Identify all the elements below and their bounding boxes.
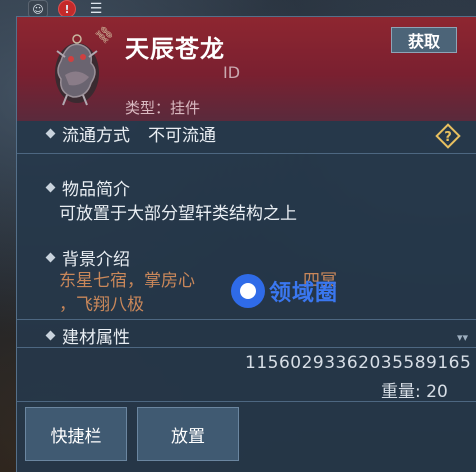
watermark: 领域圈 (231, 269, 381, 313)
summary-title: 物品简介 (62, 180, 130, 200)
hotbar-button[interactable]: 快捷栏 (25, 407, 127, 461)
get-button[interactable]: 获取 (391, 27, 457, 53)
svg-text:?: ? (444, 130, 452, 145)
item-header: ⛓ 天辰苍龙 ID 类型：挂件 获取 (17, 17, 476, 121)
watermark-text: 领域圈 (269, 281, 339, 306)
watermark-logo-icon (231, 274, 265, 308)
divider (17, 153, 476, 154)
bullet-icon (45, 182, 56, 193)
item-detail-panel: ⛓ 天辰苍龙 ID 类型：挂件 获取 流通方式 不可流通 ? 物品简介 可放置于… (16, 16, 476, 472)
item-type: 类型：挂件 (125, 99, 201, 117)
lore-title: 背景介绍 (62, 250, 130, 270)
lore-title-row: 背景介绍 (45, 245, 130, 270)
circulation-value: 不可流通 (148, 126, 216, 146)
item-id-number: 11560293362035589165 (245, 353, 472, 373)
divider (17, 319, 476, 320)
material-title-row[interactable]: 建材属性 (45, 323, 130, 348)
circulation-label: 流通方式 (62, 126, 130, 146)
lore-line-1-head: 东星七宿，掌房心 (59, 271, 195, 291)
summary-text: 可放置于大部分望轩类结构之上 (59, 204, 297, 224)
bullet-icon (45, 128, 56, 139)
item-name: 天辰苍龙 (125, 35, 225, 63)
item-id-label: ID (223, 63, 241, 82)
place-button[interactable]: 放置 (137, 407, 239, 461)
question-diamond-icon[interactable]: ? (435, 123, 461, 149)
bullet-icon (45, 252, 56, 263)
material-title: 建材属性 (62, 328, 130, 348)
chevron-down-icon[interactable]: ▾▾ (457, 331, 468, 344)
circulation-row: 流通方式 不可流通 (45, 121, 216, 146)
bullet-icon (45, 330, 56, 341)
divider (17, 401, 476, 402)
divider (17, 347, 476, 348)
item-weight: 重量: 20 (381, 382, 448, 402)
summary-title-row: 物品简介 (45, 175, 130, 200)
